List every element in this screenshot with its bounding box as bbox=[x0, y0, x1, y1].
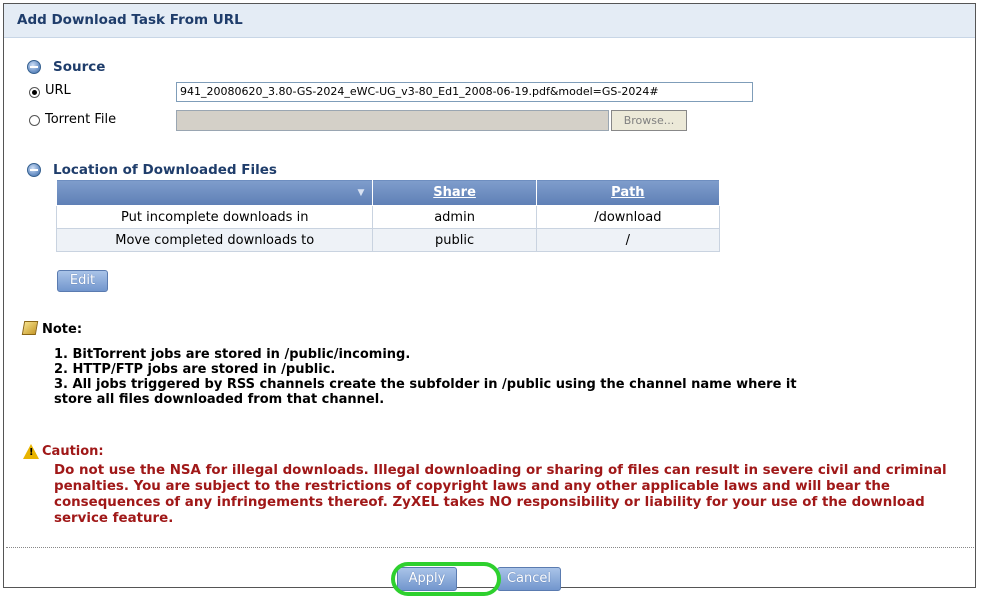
row-path: / bbox=[535, 228, 721, 252]
edit-button[interactable]: Edit bbox=[57, 270, 108, 292]
browse-button: Browse... bbox=[611, 110, 687, 131]
location-table: ▼ Share Path Put incomplete downloads in… bbox=[55, 179, 721, 252]
url-label: URL bbox=[45, 83, 71, 98]
table-row: Put incomplete downloads in admin /downl… bbox=[55, 205, 721, 229]
panel-title: Add Download Task From URL bbox=[17, 12, 243, 28]
cancel-button[interactable]: Cancel bbox=[497, 567, 561, 591]
caution-title: Caution: bbox=[42, 444, 104, 459]
add-download-task-panel: Add Download Task From URL Source URL 94… bbox=[3, 3, 976, 596]
note-line: 1. BitTorrent jobs are stored in /public… bbox=[54, 347, 411, 362]
collapse-icon[interactable] bbox=[27, 163, 41, 177]
row-label: Move completed downloads to bbox=[55, 228, 374, 252]
note-line: 3. All jobs triggered by RSS channels cr… bbox=[54, 377, 797, 392]
caution-text: Do not use the NSA for illegal downloads… bbox=[54, 463, 947, 526]
note-icon bbox=[21, 321, 39, 335]
row-label: Put incomplete downloads in bbox=[55, 205, 374, 229]
note-list: 1. BitTorrent jobs are stored in /public… bbox=[54, 347, 797, 407]
source-section-title: Source bbox=[53, 59, 106, 75]
column-header-share[interactable]: Share bbox=[372, 179, 537, 206]
location-section-title: Location of Downloaded Files bbox=[53, 162, 277, 178]
collapse-icon[interactable] bbox=[27, 60, 41, 74]
panel-header: Add Download Task From URL bbox=[4, 4, 975, 38]
column-header-sort[interactable]: ▼ bbox=[55, 179, 374, 206]
warning-icon: ! bbox=[23, 444, 39, 459]
note-title: Note: bbox=[42, 322, 83, 337]
divider bbox=[6, 547, 974, 548]
url-radio[interactable] bbox=[29, 87, 40, 98]
row-share: admin bbox=[372, 205, 537, 229]
row-share: public bbox=[372, 228, 537, 252]
torrent-file-radio[interactable] bbox=[29, 115, 40, 126]
column-header-path[interactable]: Path bbox=[535, 179, 721, 206]
row-path: /download bbox=[535, 205, 721, 229]
apply-highlight-ring bbox=[391, 562, 501, 596]
note-line: 2. HTTP/FTP jobs are stored in /public. bbox=[54, 362, 336, 377]
table-header-row: ▼ Share Path bbox=[55, 179, 721, 206]
torrent-file-input bbox=[176, 110, 609, 131]
url-input[interactable]: 941_20080620_3.80-GS-2024_eWC-UG_v3-80_E… bbox=[176, 82, 753, 102]
torrent-file-label: Torrent File bbox=[45, 112, 117, 127]
table-row: Move completed downloads to public / bbox=[55, 228, 721, 252]
note-line: store all files downloaded from that cha… bbox=[54, 392, 385, 407]
